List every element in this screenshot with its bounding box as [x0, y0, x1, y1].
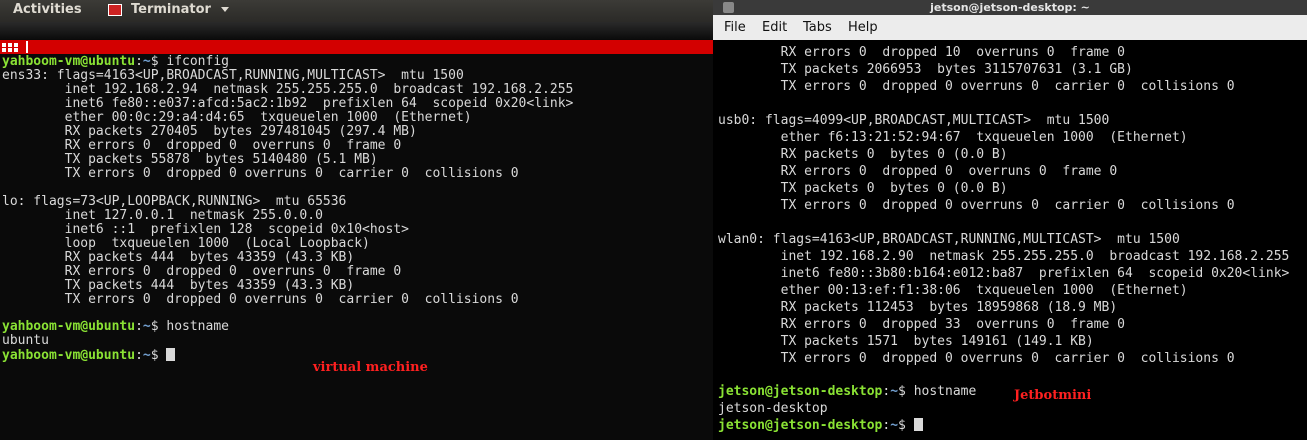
- active-prompt-line[interactable]: yahboom-vm@ubuntu:~$: [2, 348, 176, 363]
- grid-icon[interactable]: [2, 43, 20, 53]
- window-header: [0, 22, 713, 39]
- prompt-path: ~: [142, 54, 151, 69]
- prompt-path: ~: [142, 348, 151, 363]
- prompt-symbol: $: [150, 348, 167, 363]
- active-prompt-line[interactable]: jetson@jetson-desktop:~$: [718, 417, 923, 434]
- prompt-colon: :: [135, 319, 143, 334]
- prompt-user: yahboom-vm@ubuntu: [2, 54, 136, 69]
- activities-button[interactable]: Activities: [13, 2, 82, 17]
- hostname-output: ubuntu: [2, 333, 49, 348]
- prompt-user: jetson@jetson-desktop: [718, 384, 883, 399]
- menu-tabs[interactable]: Tabs: [803, 20, 832, 35]
- menu-help[interactable]: Help: [848, 20, 878, 35]
- gnome-top-bar: Activities Terminator: [0, 0, 713, 22]
- ifconfig-output: RX errors 0 dropped 10 overruns 0 frame …: [718, 45, 1290, 366]
- left-terminal-window[interactable]: Activities Terminator yahboom-vm@ubuntu:…: [0, 0, 713, 440]
- terminator-app-icon: [108, 4, 122, 16]
- prompt-path: ~: [142, 319, 151, 334]
- right-terminal-window[interactable]: jetson@jetson-desktop: ~ File Edit Tabs …: [713, 0, 1307, 440]
- prompt-symbol: $: [150, 54, 167, 69]
- prompt-user: yahboom-vm@ubuntu: [2, 319, 136, 334]
- command-text: hostname: [913, 384, 977, 399]
- window-title: jetson@jetson-desktop: ~: [930, 1, 1090, 14]
- window-titlebar[interactable]: jetson@jetson-desktop: ~: [713, 0, 1307, 15]
- prompt-path: ~: [890, 418, 899, 433]
- terminal-app-icon: [723, 2, 734, 13]
- command-text: hostname: [166, 319, 229, 334]
- virtual-machine-annotation: virtual machine: [313, 360, 428, 375]
- prompt-line-hostname: jetson@jetson-desktop:~$ hostname: [718, 383, 976, 400]
- menu-bar: File Edit Tabs Help: [713, 15, 1307, 40]
- prompt-user: yahboom-vm@ubuntu: [2, 348, 136, 363]
- prompt-symbol: $: [898, 384, 914, 399]
- titlebar-cursor-icon: [26, 41, 28, 53]
- jetbotmini-annotation: Jetbotmini: [1014, 388, 1092, 403]
- text-cursor: [913, 418, 923, 431]
- prompt-symbol: $: [150, 319, 167, 334]
- text-cursor: [166, 348, 176, 361]
- terminal-titlebar[interactable]: [0, 40, 713, 54]
- prompt-symbol: $: [898, 418, 914, 433]
- menu-file[interactable]: File: [724, 20, 746, 35]
- ifconfig-output: ens33: flags=4163<UP,BROADCAST,RUNNING,M…: [2, 68, 574, 307]
- menu-edit[interactable]: Edit: [762, 20, 787, 35]
- prompt-path: ~: [890, 384, 899, 399]
- prompt-colon: :: [135, 348, 143, 363]
- prompt-line-hostname: yahboom-vm@ubuntu:~$ hostname: [2, 320, 229, 334]
- terminator-app-menu[interactable]: Terminator: [131, 2, 211, 17]
- prompt-user: jetson@jetson-desktop: [718, 418, 883, 433]
- prompt-line-ifconfig: yahboom-vm@ubuntu:~$ ifconfig: [2, 55, 229, 69]
- hostname-output: jetson-desktop: [718, 401, 828, 416]
- prompt-colon: :: [135, 54, 143, 69]
- command-text: ifconfig: [166, 54, 229, 69]
- chevron-down-icon[interactable]: [221, 7, 229, 12]
